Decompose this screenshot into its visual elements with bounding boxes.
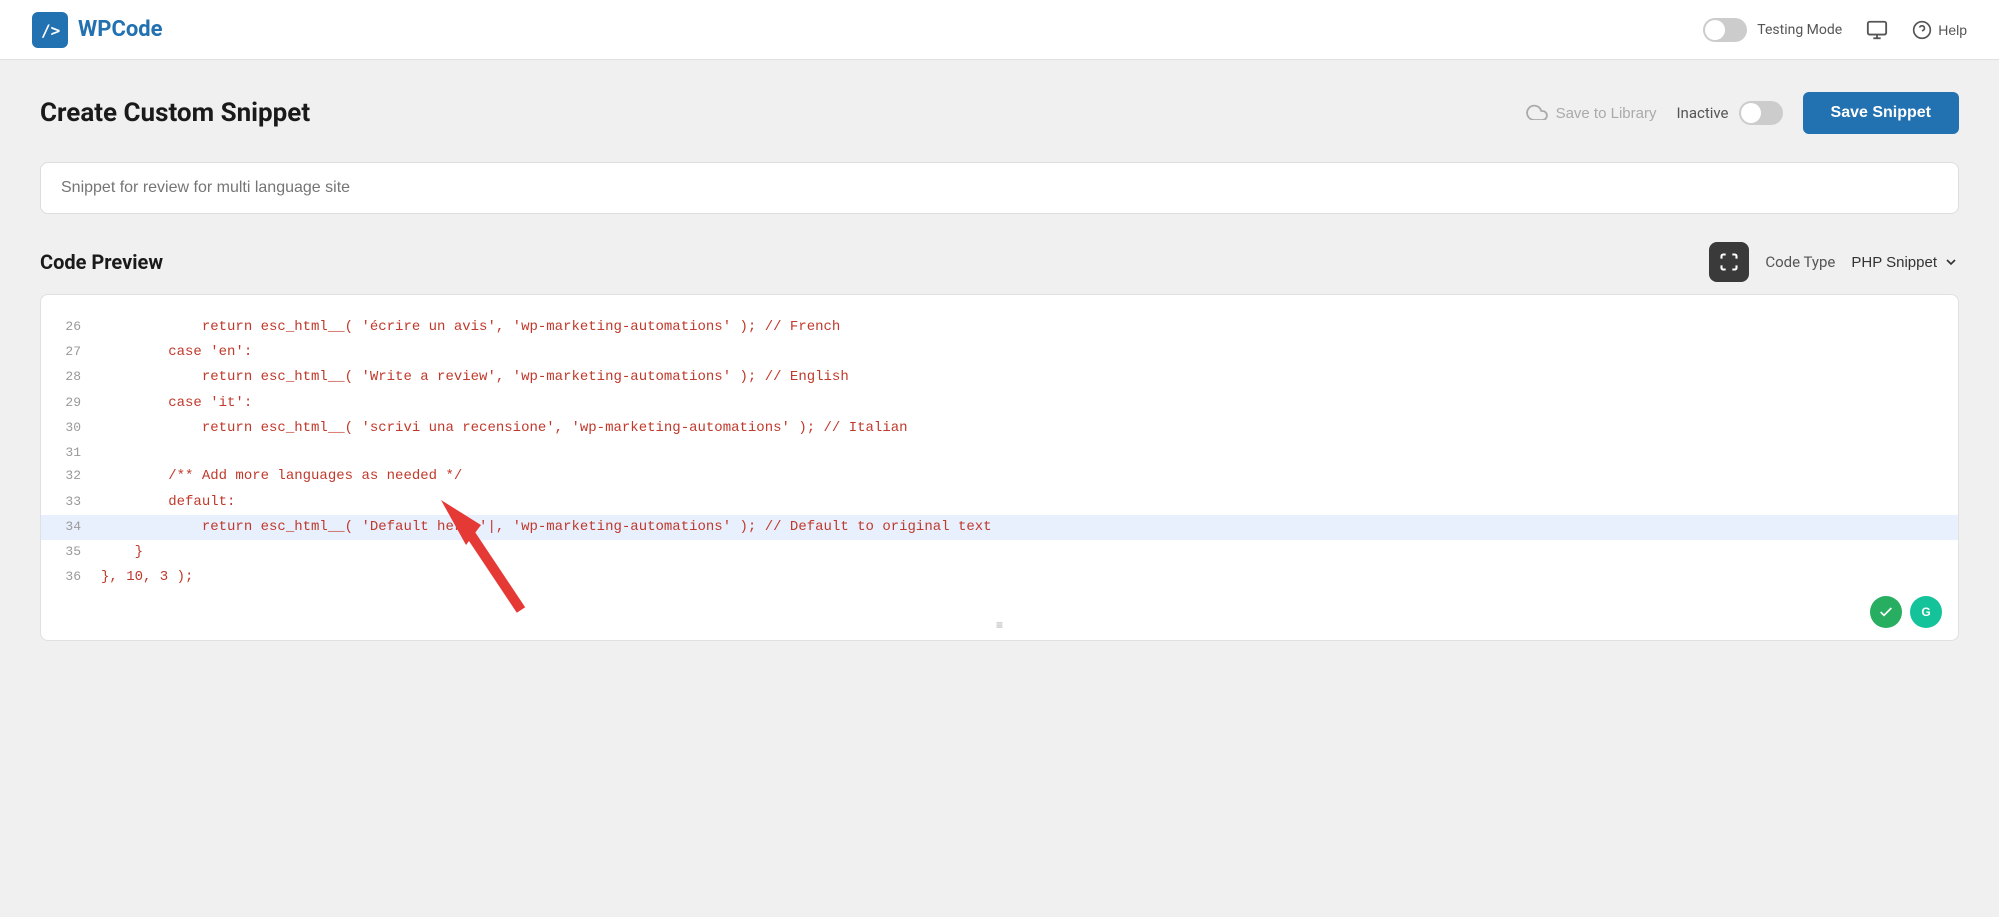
code-area[interactable]: 26 return esc_html__( 'écrire un avis', … bbox=[41, 295, 1958, 610]
code-preview-title: Code Preview bbox=[40, 250, 163, 274]
topbar-right: Testing Mode Help bbox=[1703, 18, 1967, 42]
inactive-toggle[interactable] bbox=[1739, 101, 1783, 125]
save-to-library-button[interactable]: Save to Library bbox=[1526, 102, 1657, 125]
line-number: 27 bbox=[61, 340, 101, 363]
line-number: 28 bbox=[61, 365, 101, 388]
code-line: 26 return esc_html__( 'écrire un avis', … bbox=[41, 315, 1958, 340]
snippet-name-input[interactable] bbox=[40, 162, 1959, 214]
inactive-label: Inactive bbox=[1676, 104, 1728, 122]
code-line: 32 /** Add more languages as needed */ bbox=[41, 464, 1958, 489]
code-icon-grammarly[interactable]: G bbox=[1910, 596, 1942, 628]
logo-icon: /> bbox=[32, 12, 68, 48]
code-preview-controls: Code Type PHP Snippet bbox=[1709, 242, 1959, 282]
code-line: 35 } bbox=[41, 540, 1958, 565]
code-line: 28 return esc_html__( 'Write a review', … bbox=[41, 365, 1958, 390]
line-code: /** Add more languages as needed */ bbox=[101, 464, 462, 489]
save-snippet-button[interactable]: Save Snippet bbox=[1803, 92, 1959, 134]
code-type-select[interactable]: PHP Snippet bbox=[1851, 254, 1959, 271]
header-actions: Save to Library Inactive Save Snippet bbox=[1526, 92, 1959, 134]
page-header: Create Custom Snippet Save to Library In… bbox=[40, 92, 1959, 134]
code-line: 30 return esc_html__( 'scrivi una recens… bbox=[41, 416, 1958, 441]
page-content: Create Custom Snippet Save to Library In… bbox=[0, 60, 1999, 673]
testing-mode-toggle[interactable] bbox=[1703, 18, 1747, 42]
code-line: 31 bbox=[41, 441, 1958, 464]
logo-group: /> WPCode bbox=[32, 12, 163, 48]
code-line: 33 default: bbox=[41, 490, 1958, 515]
line-code: return esc_html__( 'Default here '|, 'wp… bbox=[101, 515, 992, 540]
line-number: 35 bbox=[61, 540, 101, 563]
code-type-label: Code Type bbox=[1765, 253, 1835, 271]
testing-mode-group: Testing Mode bbox=[1703, 18, 1842, 42]
inactive-group: Inactive bbox=[1676, 101, 1782, 125]
line-number: 26 bbox=[61, 315, 101, 338]
line-number: 30 bbox=[61, 416, 101, 439]
help-label: Help bbox=[1938, 22, 1967, 38]
line-code: return esc_html__( 'Write a review', 'wp… bbox=[101, 365, 849, 390]
line-code: return esc_html__( 'scrivi una recension… bbox=[101, 416, 908, 441]
line-code: }, 10, 3 ); bbox=[101, 565, 193, 590]
code-type-value: PHP Snippet bbox=[1851, 254, 1937, 271]
monitor-icon-button[interactable] bbox=[1866, 19, 1888, 41]
code-scrollbar: ≡ bbox=[41, 610, 1958, 640]
line-code: default: bbox=[101, 490, 235, 515]
line-code: return esc_html__( 'écrire un avis', 'wp… bbox=[101, 315, 840, 340]
cloud-icon bbox=[1526, 102, 1548, 125]
code-line: 36}, 10, 3 ); bbox=[41, 565, 1958, 590]
line-number: 36 bbox=[61, 565, 101, 588]
code-line: 27 case 'en': bbox=[41, 340, 1958, 365]
line-number: 34 bbox=[61, 515, 101, 538]
code-bottom-icons: G bbox=[1870, 596, 1942, 628]
code-icon-green[interactable] bbox=[1870, 596, 1902, 628]
testing-mode-label: Testing Mode bbox=[1757, 22, 1842, 38]
logo-text: WPCode bbox=[78, 17, 163, 42]
save-to-library-label: Save to Library bbox=[1556, 105, 1657, 122]
code-line: 34 return esc_html__( 'Default here '|, … bbox=[41, 515, 1958, 540]
page-title: Create Custom Snippet bbox=[40, 98, 310, 128]
line-code: } bbox=[101, 540, 143, 565]
line-number: 32 bbox=[61, 464, 101, 487]
line-code: case 'it': bbox=[101, 391, 252, 416]
svg-text:/>: /> bbox=[41, 21, 60, 40]
topbar: /> WPCode Testing Mode Help bbox=[0, 0, 1999, 60]
help-button[interactable]: Help bbox=[1912, 20, 1967, 40]
line-number: 33 bbox=[61, 490, 101, 513]
code-preview-header: Code Preview Code Type PHP Snippet bbox=[40, 242, 1959, 282]
line-number: 31 bbox=[61, 441, 101, 464]
code-editor: 26 return esc_html__( 'écrire un avis', … bbox=[40, 294, 1959, 641]
line-code: case 'en': bbox=[101, 340, 252, 365]
line-number: 29 bbox=[61, 391, 101, 414]
code-line: 29 case 'it': bbox=[41, 391, 1958, 416]
expand-button[interactable] bbox=[1709, 242, 1749, 282]
